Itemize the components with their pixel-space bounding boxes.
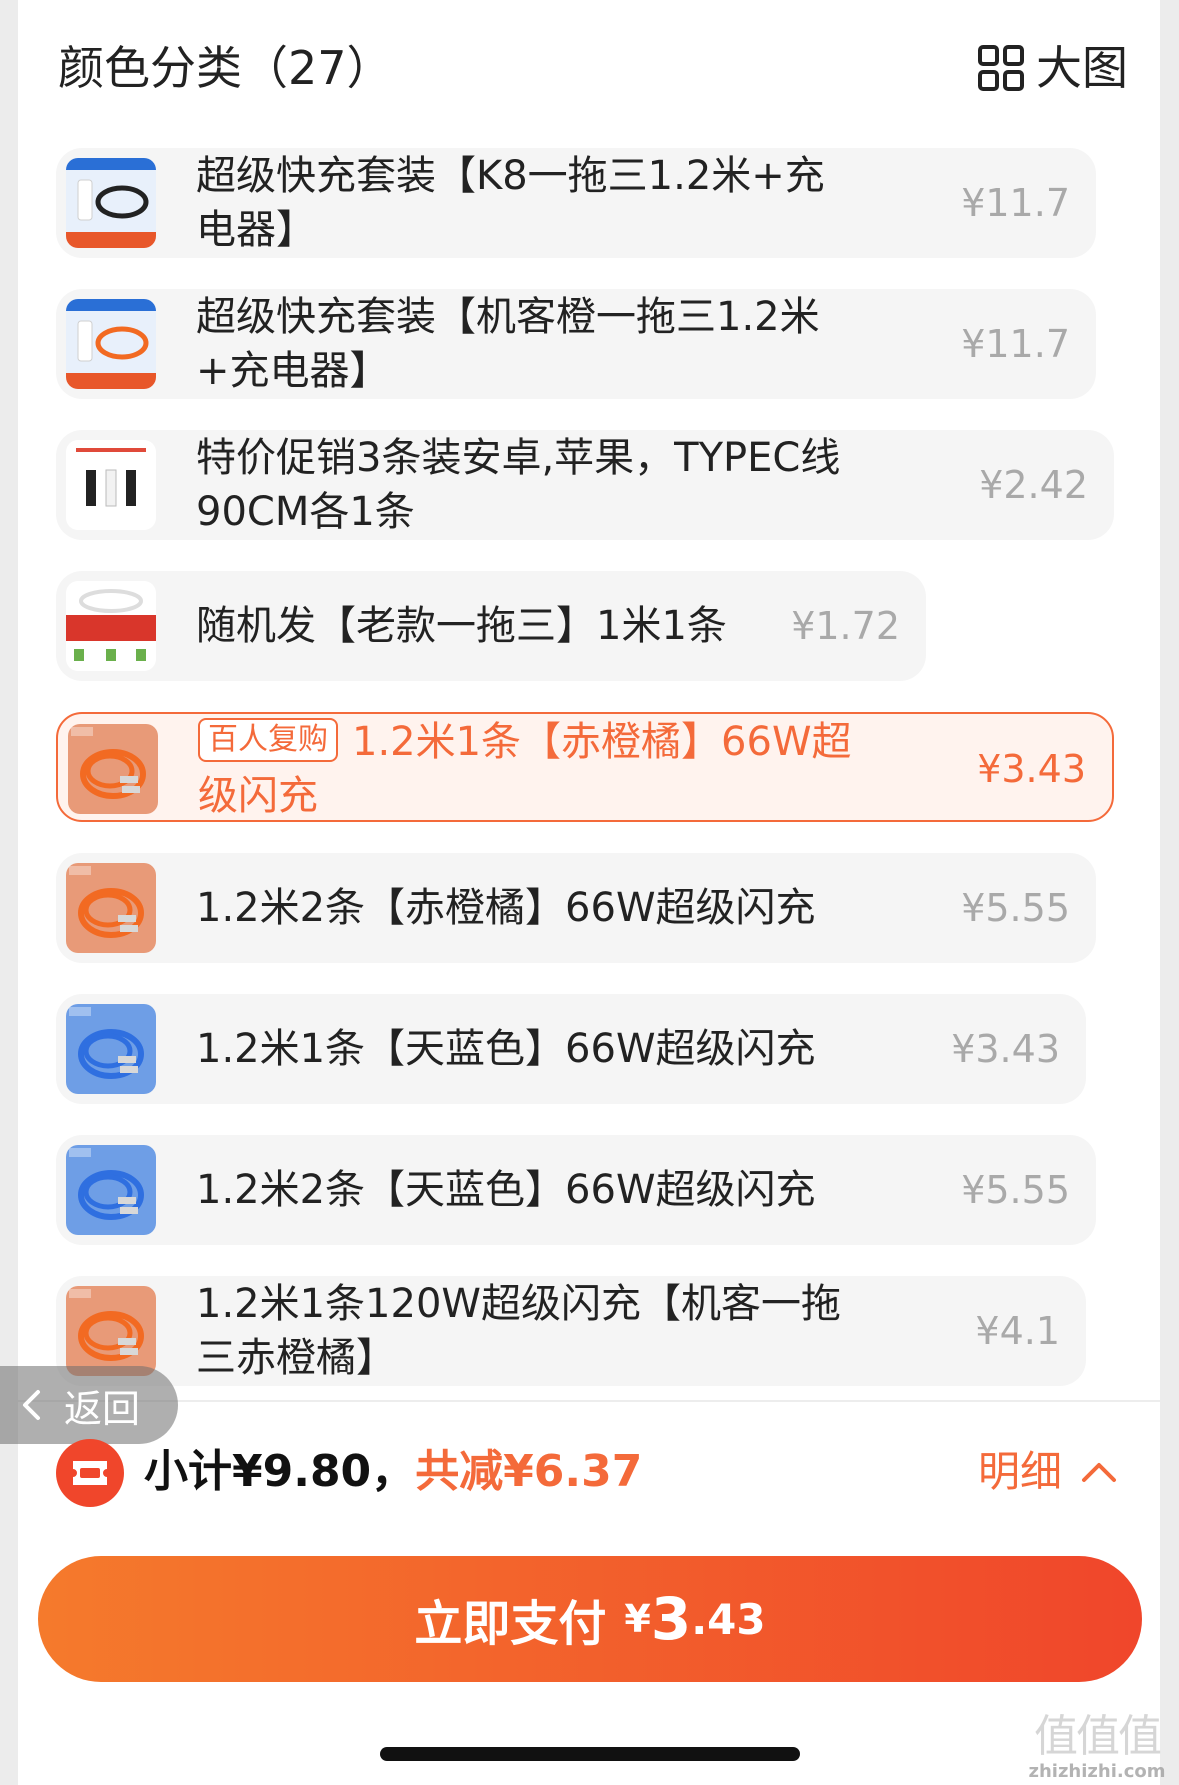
charger-kit-black-cable-image (66, 158, 156, 248)
sku-thumbnail (66, 581, 156, 671)
sku-name-cell: 百人复购 1.2米1条【赤橙橘】66W超级闪充 (198, 714, 858, 824)
page-title: 颜色分类（27） (58, 41, 393, 95)
sku-option-4[interactable]: 随机发【老款一拖三】1米1条 ¥1.72 (56, 571, 926, 681)
pay-amount-int: 3 (650, 1585, 692, 1653)
sku-name-cell: 1.2米1条【天蓝色】66W超级闪充 (196, 994, 856, 1104)
sku-name-wrap: 1.2米1条【天蓝色】66W超级闪充 (196, 1022, 816, 1076)
sku-name-cell: 特价促销3条装安卓,苹果，TYPEC线90CM各1条 (196, 430, 856, 540)
sku-name: 超级快充套装【机客橙一拖三1.2米+充电器】 (196, 294, 820, 394)
big-image-label: 大图 (1036, 41, 1128, 95)
sku-name: 随机发【老款一拖三】1米1条 (196, 603, 727, 649)
discount-amount: 共减¥6.37 (415, 1446, 643, 1497)
sku-price: ¥3.43 (977, 747, 1086, 791)
sku-thumbnail (66, 1145, 156, 1235)
sku-option-3[interactable]: 特价促销3条装安卓,苹果，TYPEC线90CM各1条 ¥2.42 (56, 430, 1114, 540)
sku-thumbnail (66, 158, 156, 248)
sku-thumbnail (66, 440, 156, 530)
three-cables-pack-image (66, 440, 156, 530)
pay-currency: ¥ (624, 1597, 651, 1641)
home-indicator (380, 1747, 800, 1761)
orange-cable-image (66, 1286, 156, 1376)
sku-name: 1.2米2条【天蓝色】66W超级闪充 (196, 1167, 816, 1213)
coupon-ticket-icon (56, 1439, 124, 1507)
sku-price: ¥2.42 (979, 463, 1088, 507)
sku-price: ¥11.7 (961, 181, 1070, 225)
pay-now-button[interactable]: 立即支付 ¥ 3 .43 (38, 1556, 1142, 1682)
sku-thumbnail (66, 1286, 156, 1376)
sku-price: ¥3.43 (951, 1027, 1060, 1071)
detail-label: 明细 (977, 1447, 1062, 1496)
sku-price: ¥5.55 (961, 1168, 1070, 1212)
sku-thumbnail (66, 863, 156, 953)
sku-price: ¥4.1 (975, 1309, 1060, 1353)
watermark-logo: 值值值 (1034, 1711, 1162, 1762)
sku-name: 1.2米1条【天蓝色】66W超级闪充 (196, 1026, 816, 1072)
sku-name-wrap: 1.2米1条120W超级闪充【机客一拖三赤橙橘】 (196, 1277, 856, 1385)
sku-name: 1.2米1条120W超级闪充【机客一拖三赤橙橘】 (196, 1281, 841, 1381)
sku-name-wrap: 特价促销3条装安卓,苹果，TYPEC线90CM各1条 (196, 431, 856, 539)
sku-name-wrap: 1.2米2条【赤橙橘】66W超级闪充 (196, 881, 816, 935)
blue-cable-image (66, 1145, 156, 1235)
subtotal-text: 小计¥9.80，共减¥6.37 (144, 1437, 642, 1507)
sku-name-cell: 1.2米1条120W超级闪充【机客一拖三赤橙橘】 (196, 1276, 856, 1386)
sku-name-cell: 超级快充套装【K8一拖三1.2米+充电器】 (196, 148, 856, 258)
sku-name-wrap: 超级快充套装【K8一拖三1.2米+充电器】 (196, 149, 856, 257)
subtotal-amount: 小计¥9.80， (144, 1446, 416, 1497)
big-image-toggle[interactable]: 大图 (978, 36, 1128, 100)
random-old-cable-image (66, 581, 156, 671)
sku-name-wrap: 百人复购 1.2米1条【赤橙橘】66W超级闪充 (198, 715, 858, 823)
sku-name-cell: 随机发【老款一拖三】1米1条 (196, 571, 856, 681)
chevron-up-icon (1082, 1463, 1116, 1482)
repurchase-badge: 百人复购 (198, 718, 338, 762)
sku-option-7[interactable]: 1.2米1条【天蓝色】66W超级闪充 ¥3.43 (56, 994, 1086, 1104)
sku-price: ¥1.72 (791, 604, 900, 648)
sku-price: ¥5.55 (961, 886, 1070, 930)
sku-price: ¥11.7 (961, 322, 1070, 366)
sku-header: 颜色分类（27） 大图 (58, 36, 1128, 100)
blue-cable-image (66, 1004, 156, 1094)
sku-name-wrap: 1.2米2条【天蓝色】66W超级闪充 (196, 1163, 816, 1217)
sku-name: 1.2米2条【赤橙橘】66W超级闪充 (196, 885, 816, 931)
sku-name-wrap: 随机发【老款一拖三】1米1条 (196, 599, 727, 653)
sku-option-8[interactable]: 1.2米2条【天蓝色】66W超级闪充 ¥5.55 (56, 1135, 1096, 1245)
back-button[interactable]: 返回 (0, 1366, 178, 1444)
sku-thumbnail (66, 1004, 156, 1094)
sku-name: 特价促销3条装安卓,苹果，TYPEC线90CM各1条 (196, 435, 841, 535)
pay-amount-dec: .43 (691, 1594, 766, 1644)
sku-option-5[interactable]: 百人复购 1.2米1条【赤橙橘】66W超级闪充 ¥3.43 (56, 712, 1114, 822)
detail-toggle[interactable]: 明细 (978, 1437, 1118, 1507)
watermark: 值值值 zhizhizhi.com (1027, 1712, 1167, 1782)
sku-name-cell: 1.2米2条【赤橙橘】66W超级闪充 (196, 853, 856, 963)
sku-thumbnail (66, 299, 156, 389)
subtotal-row: 小计¥9.80，共减¥6.37 明细 (56, 1437, 1146, 1507)
sku-name-cell: 1.2米2条【天蓝色】66W超级闪充 (196, 1135, 856, 1245)
sku-name-wrap: 超级快充套装【机客橙一拖三1.2米+充电器】 (196, 290, 856, 398)
sku-thumbnail (68, 724, 158, 814)
orange-cable-image (68, 724, 158, 814)
sku-option-9[interactable]: 1.2米1条120W超级闪充【机客一拖三赤橙橘】 ¥4.1 (56, 1276, 1086, 1386)
pay-label: 立即支付 (414, 1596, 607, 1652)
sku-option-1[interactable]: 超级快充套装【K8一拖三1.2米+充电器】 ¥11.7 (56, 148, 1096, 258)
chevron-left-icon (23, 1390, 40, 1420)
sku-name-cell: 超级快充套装【机客橙一拖三1.2米+充电器】 (196, 289, 856, 399)
back-label: 返回 (64, 1386, 141, 1431)
grid-icon (978, 45, 1024, 91)
charger-kit-orange-cable-image (66, 299, 156, 389)
divider (18, 1400, 1160, 1402)
sku-option-6[interactable]: 1.2米2条【赤橙橘】66W超级闪充 ¥5.55 (56, 853, 1096, 963)
sku-name: 超级快充套装【K8一拖三1.2米+充电器】 (196, 153, 825, 253)
sku-option-2[interactable]: 超级快充套装【机客橙一拖三1.2米+充电器】 ¥11.7 (56, 289, 1096, 399)
orange-cable-image (66, 863, 156, 953)
watermark-url: zhizhizhi.com (1028, 1761, 1166, 1782)
